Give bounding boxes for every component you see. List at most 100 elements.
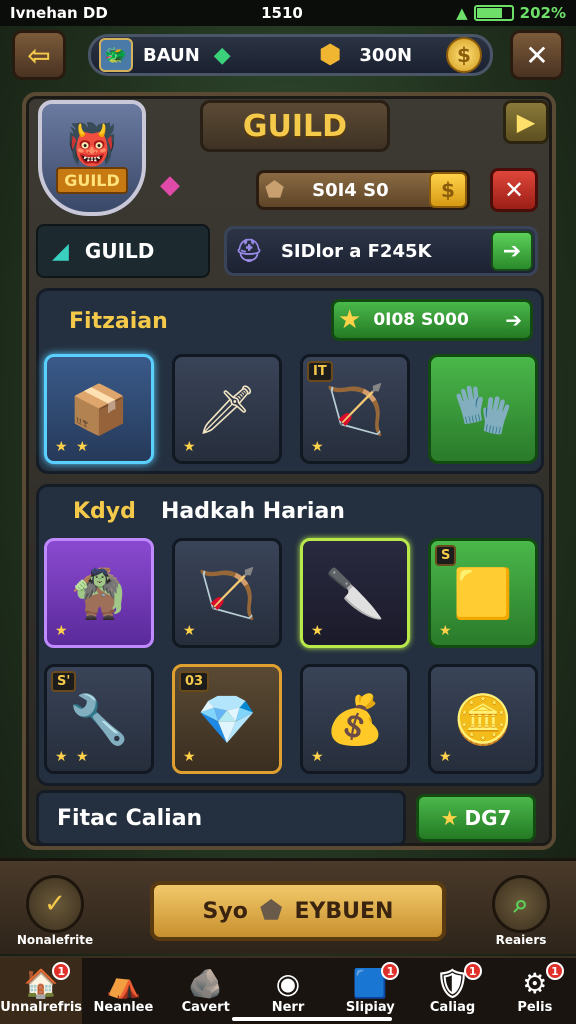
player-name: BAUN	[143, 44, 200, 66]
item-slot[interactable]: 🗡 ★	[172, 354, 282, 464]
item-slot[interactable]: 03 💎 ★	[172, 664, 282, 774]
item-slot[interactable]: 💰 ★	[300, 664, 410, 774]
carrier-label: Ivnehan DD	[10, 4, 108, 22]
left-action-button[interactable]: ✓ Nonalefrite	[16, 875, 94, 955]
notification-badge: 1	[463, 962, 482, 980]
nav-item-play[interactable]: 🟦 1 Slipiay	[329, 958, 411, 1024]
item-slot[interactable]: 🪙 ★	[428, 664, 538, 774]
item-slot[interactable]: 🧤	[428, 354, 538, 464]
next-button[interactable]: ▶	[503, 100, 549, 144]
status-bar: Ivnehan DD 1510 ▲ 202%	[0, 0, 576, 26]
rarity-stars: ★	[311, 623, 326, 639]
guild-search-input[interactable]: ⛑ SIDlor a F245K ➔	[224, 226, 538, 276]
emblem-label: GUILD	[56, 166, 128, 194]
notification-badge: 1	[52, 962, 71, 980]
section-title: Fitzaian	[69, 309, 168, 334]
cta-label-b: EYBUEN	[294, 898, 394, 924]
dagger-icon: 🔪	[325, 565, 385, 622]
item-slot[interactable]: 🏹 ★	[172, 538, 282, 648]
coin-icon[interactable]: $	[429, 172, 467, 208]
section-calian: Fitac Calian	[36, 790, 406, 846]
rarity-stars: ★	[183, 749, 198, 765]
left-action-label: Nonalefrite	[16, 933, 94, 947]
nav-label: Caliag	[429, 999, 476, 1015]
status-right: ▲ 202%	[456, 4, 566, 22]
gauntlet-icon: 🧤	[453, 381, 513, 438]
player-resources: 🐲 BAUN ◆ ⬢ 300N $	[88, 34, 493, 76]
item-slot[interactable]: S' 🔧 ★ ★	[44, 664, 154, 774]
battery-percent: 202%	[519, 4, 566, 22]
nav-label: Neanlee	[93, 999, 154, 1015]
dragon-icon: 👹	[67, 121, 117, 168]
hammer-icon: 🔧	[69, 691, 129, 748]
item-slot[interactable]: 🧌 ★	[44, 538, 154, 648]
tab-guild[interactable]: ◢ GUILD	[36, 224, 210, 278]
nav-label: Unnalrefris	[0, 999, 83, 1015]
arrow-right-icon: ➔	[505, 308, 522, 332]
magnifier-icon: ⌕	[492, 875, 550, 933]
rarity-stars: ★	[311, 749, 326, 765]
close-button[interactable]: ✕	[510, 30, 564, 80]
slot-badge: IT	[307, 361, 333, 382]
nav-item-center[interactable]: ◉ Nerr	[247, 958, 329, 1024]
search-button[interactable]: ⌕ Reaiers	[486, 875, 556, 955]
star-icon: ★	[440, 806, 459, 830]
spear-icon: 🏹	[325, 381, 385, 438]
nav-item-settings[interactable]: ⚙ 1 Pelis	[494, 958, 576, 1024]
notification-badge: 1	[545, 962, 564, 980]
chest-icon: 📦	[69, 381, 129, 438]
slot-badge: 03	[179, 671, 210, 692]
section-subtitle: Hadkah Harian	[161, 499, 345, 524]
action-bar: ✓ Nonalefrite Syo ⬟ EYBUEN ⌕ Reaiers	[0, 858, 576, 954]
pink-gem-icon: ◆	[160, 170, 180, 200]
rarity-stars: ★ ★	[55, 749, 91, 765]
item-slot[interactable]: 🔪 ★	[300, 538, 410, 648]
guild-emblem[interactable]: 👹 GUILD	[38, 100, 146, 216]
dismiss-button[interactable]: ✕	[490, 168, 538, 212]
cta-label-a: Syo	[202, 898, 248, 924]
rock-icon: 🪨	[188, 966, 224, 1000]
nav-item-home[interactable]: 🏠 1 Unnalrefris	[0, 958, 83, 1024]
crossbow-icon: 🏹	[197, 565, 257, 622]
nav-label: Nerr	[271, 999, 305, 1015]
go-button[interactable]: ➔	[491, 231, 533, 271]
goblin-icon: 🧌	[69, 565, 129, 622]
search-value: SIDlor a F245K	[280, 240, 432, 262]
rarity-stars: ★	[183, 623, 198, 639]
nav-item-camp[interactable]: ⛺ Neanlee	[82, 958, 164, 1024]
top-resource-bar: ⇦ 🐲 BAUN ◆ ⬢ 300N $ ✕	[0, 26, 576, 86]
tent-icon: ⛺	[105, 966, 141, 1000]
home-indicator	[232, 1017, 392, 1021]
nav-label: Slipiay	[345, 999, 395, 1015]
battery-icon	[473, 5, 514, 21]
rarity-stars: ★	[311, 439, 326, 455]
clock: 1510	[261, 4, 303, 22]
reward-button[interactable]: ★ 0I08 S000 ➔	[331, 299, 533, 341]
funds-value: S0I4 S0	[312, 179, 389, 201]
gear-icon: ⚙	[522, 966, 548, 1000]
main-action-button[interactable]: Syo ⬟ EYBUEN	[150, 881, 446, 941]
crystal-icon: 💎	[197, 691, 257, 748]
rarity-stars: ★	[439, 749, 454, 765]
claim-label: DG7	[464, 806, 512, 830]
tab-guild-label: GUILD	[84, 239, 155, 263]
item-slot[interactable]: 📦 ★ ★	[44, 354, 154, 464]
coin-icon[interactable]: $	[446, 37, 482, 73]
gold-coin-icon: 🪙	[453, 691, 513, 748]
nav-item-cave[interactable]: 🪨 Cavert	[165, 958, 247, 1024]
gold-nugget-icon: ⬢	[318, 40, 342, 70]
section-title: Kdyd	[73, 499, 136, 524]
wifi-icon: ▲	[456, 4, 468, 22]
item-slot[interactable]: IT 🏹 ★	[300, 354, 410, 464]
rarity-stars: ★	[55, 623, 70, 639]
item-slot[interactable]: S 🟨 ★	[428, 538, 538, 648]
page-title: GUILD	[200, 100, 390, 152]
crystal-icon: ◢	[52, 238, 69, 264]
back-button[interactable]: ⇦	[12, 30, 66, 80]
guild-funds: ⬟ S0I4 S0 $	[256, 170, 470, 210]
rarity-stars: ★	[183, 439, 198, 455]
claim-button[interactable]: ★ DG7	[416, 794, 536, 842]
notification-badge: 1	[381, 962, 400, 980]
player-avatar[interactable]: 🐲	[99, 38, 133, 72]
nav-item-guild[interactable]: 🛡 1 Caliag	[411, 958, 493, 1024]
